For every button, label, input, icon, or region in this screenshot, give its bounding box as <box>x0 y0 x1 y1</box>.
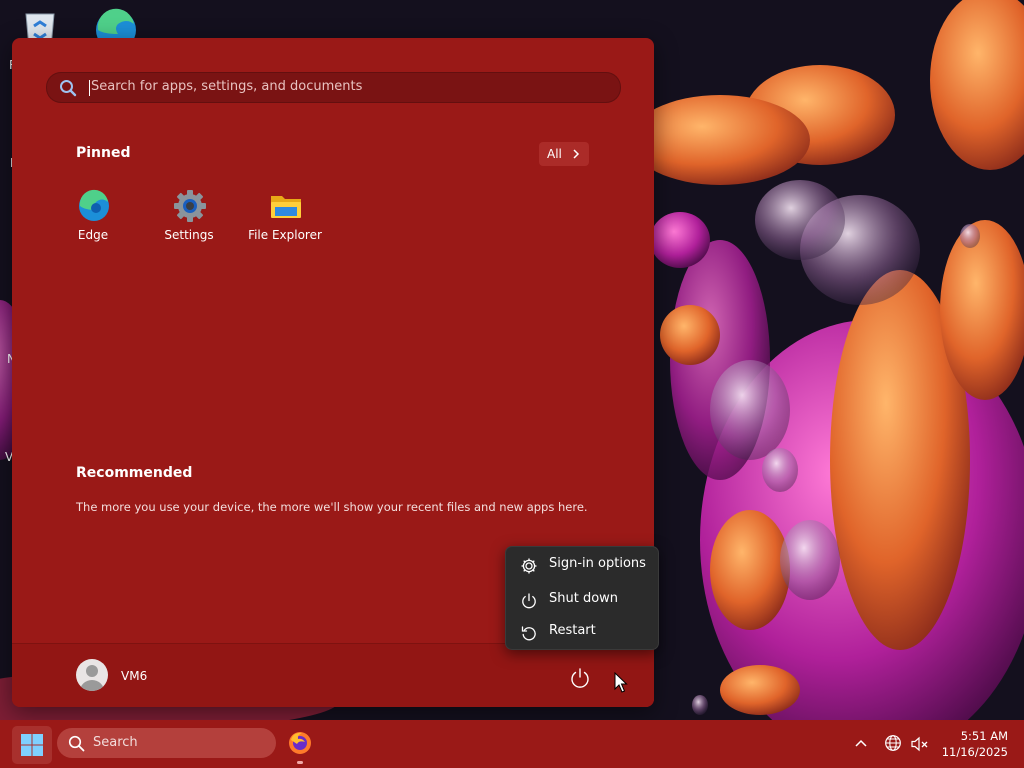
start-menu-footer: VM6 <box>12 643 654 707</box>
edge-icon <box>79 189 109 221</box>
system-clock[interactable]: 5:51 AM 11/16/2025 <box>940 728 1008 760</box>
power-icon <box>522 593 536 609</box>
mouse-cursor-icon <box>614 672 628 693</box>
pinned-app-edge[interactable]: Edge <box>45 188 141 248</box>
text-caret <box>89 80 90 96</box>
gear-icon <box>521 558 537 574</box>
chevron-up-icon[interactable] <box>854 737 868 749</box>
windows-logo-icon <box>21 734 43 756</box>
all-apps-label: All <box>547 147 562 161</box>
running-app-indicator <box>297 761 303 764</box>
menu-item-shut-down[interactable]: Shut down <box>510 585 654 615</box>
user-avatar-icon[interactable] <box>76 659 108 691</box>
menu-item-sign-in-options[interactable]: Sign-in options <box>510 550 654 580</box>
search-icon <box>68 735 85 752</box>
user-name[interactable]: VM6 <box>121 669 147 683</box>
pinned-app-label: Edge <box>77 228 109 242</box>
clock-date: 11/16/2025 <box>941 745 1008 759</box>
taskbar-search-box[interactable]: Search <box>57 728 276 758</box>
restart-icon <box>521 626 536 641</box>
search-placeholder: Search for apps, settings, and documents <box>91 79 363 94</box>
power-options-menu: Sign-in options Shut down Restart <box>505 546 659 650</box>
settings-gear-icon <box>174 190 206 222</box>
chevron-right-icon <box>573 149 580 159</box>
menu-item-label: Sign-in options <box>549 556 646 571</box>
start-search-input[interactable]: Search for apps, settings, and documents <box>46 72 621 103</box>
pinned-app-label: Settings <box>164 228 214 242</box>
pinned-app-settings[interactable]: Settings <box>141 188 237 248</box>
volume-muted-icon[interactable] <box>911 736 929 752</box>
all-apps-button[interactable]: All <box>539 142 589 166</box>
pinned-section-title: Pinned <box>76 145 131 161</box>
menu-item-label: Shut down <box>549 591 619 606</box>
menu-item-label: Restart <box>549 623 596 638</box>
recommended-empty-message: The more you use your device, the more w… <box>76 500 588 514</box>
clock-time: 5:51 AM <box>960 729 1008 743</box>
folder-icon <box>271 196 301 218</box>
taskbar-search-label: Search <box>93 735 138 750</box>
search-icon <box>60 80 77 97</box>
power-button[interactable] <box>568 666 592 690</box>
user-silhouette-icon <box>80 665 104 691</box>
pinned-app-label: File Explorer <box>248 228 322 242</box>
pinned-app-file-explorer[interactable]: File Explorer <box>237 188 333 248</box>
menu-item-restart[interactable]: Restart <box>510 617 654 647</box>
firefox-icon[interactable] <box>288 731 312 755</box>
taskbar: Search 5:51 AM 11/16/2025 <box>0 720 1024 768</box>
start-button[interactable] <box>12 726 52 764</box>
globe-icon[interactable] <box>884 734 902 752</box>
recommended-section-title: Recommended <box>76 465 193 481</box>
